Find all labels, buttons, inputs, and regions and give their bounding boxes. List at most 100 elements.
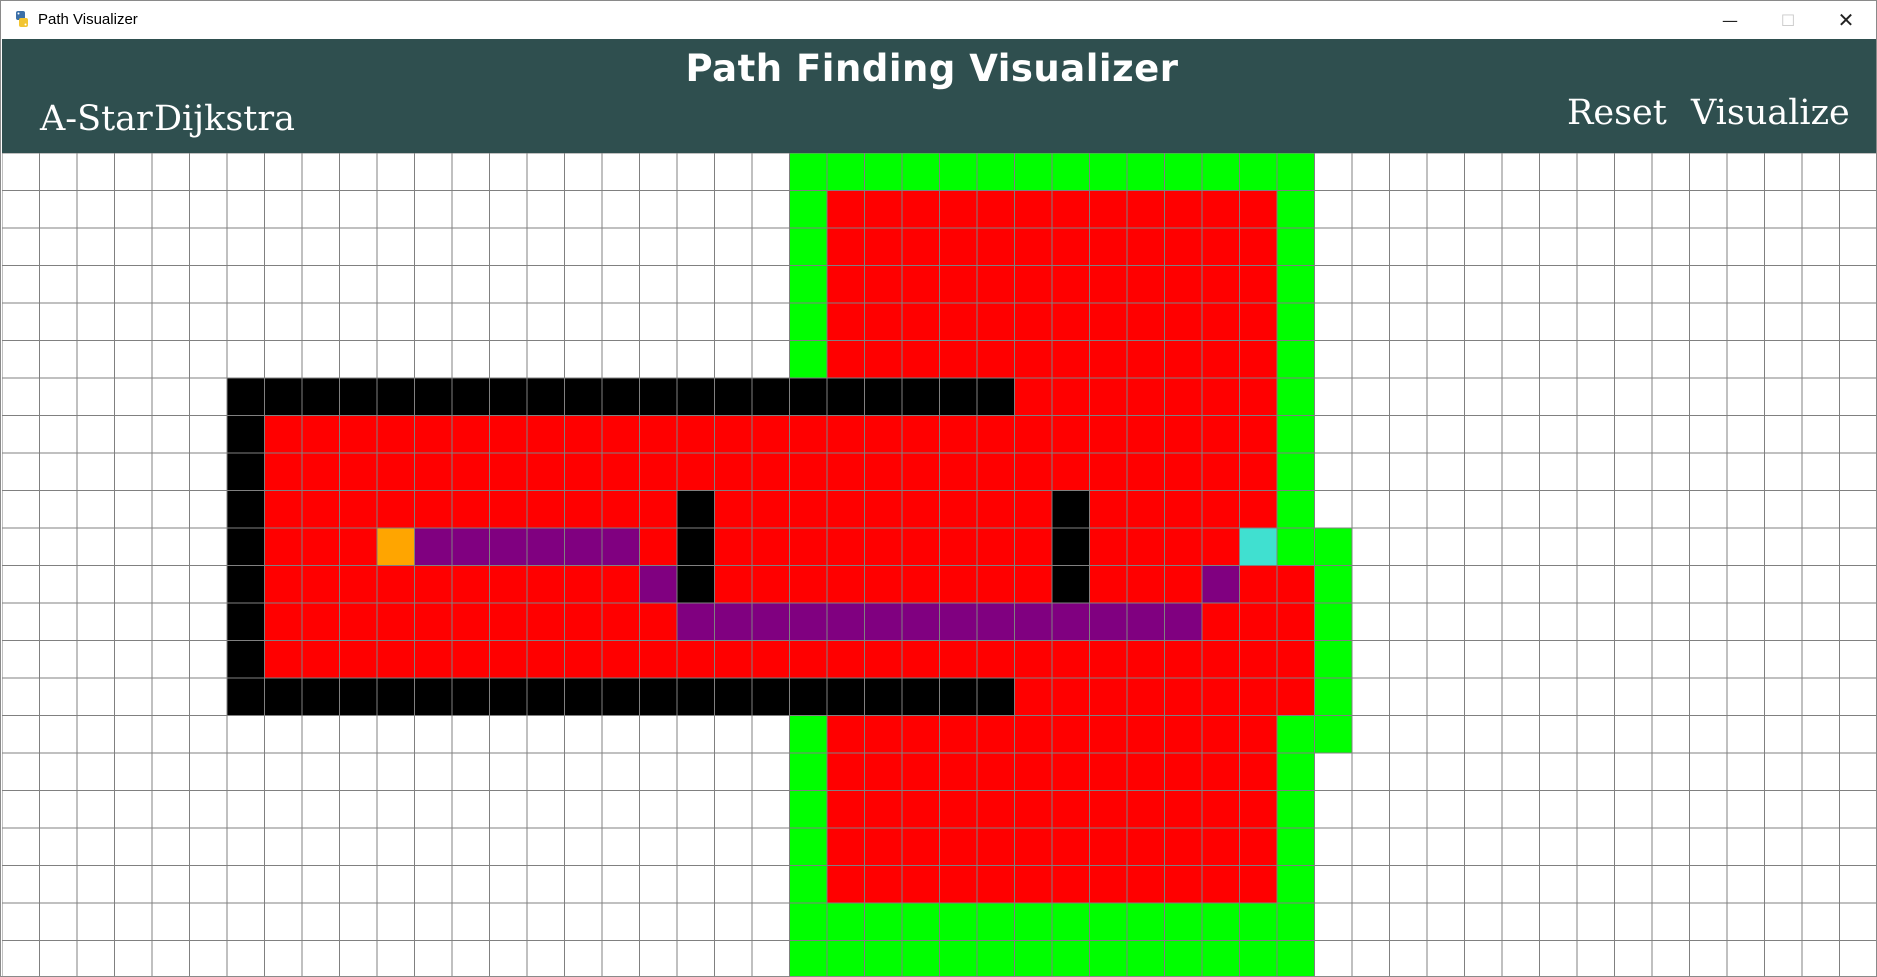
wall-cell[interactable] [676, 677, 715, 716]
grid-cell[interactable] [1726, 940, 1765, 977]
grid-cell[interactable] [151, 640, 190, 679]
frontier-cell[interactable] [1201, 902, 1240, 941]
grid-cell[interactable] [264, 752, 303, 791]
wall-cell[interactable] [714, 377, 753, 416]
grid-svg[interactable] [2, 153, 1877, 977]
grid-cell[interactable] [339, 302, 378, 341]
grid-cell[interactable] [114, 602, 153, 641]
grid-cell[interactable] [751, 227, 790, 266]
visited-cell[interactable] [901, 640, 940, 679]
visited-cell[interactable] [1014, 265, 1053, 304]
visited-cell[interactable] [976, 340, 1015, 379]
grid-cell[interactable] [526, 902, 565, 941]
visited-cell[interactable] [864, 490, 903, 529]
visited-cell[interactable] [1126, 265, 1165, 304]
grid-cell[interactable] [526, 227, 565, 266]
visited-cell[interactable] [1014, 415, 1053, 454]
frontier-cell[interactable] [789, 827, 828, 866]
path-cell[interactable] [1014, 602, 1053, 641]
wall-cell[interactable] [826, 377, 865, 416]
path-cell[interactable] [751, 602, 790, 641]
visited-cell[interactable] [676, 640, 715, 679]
grid-cell[interactable] [39, 302, 78, 341]
grid-cell[interactable] [2, 902, 40, 941]
grid-cell[interactable] [1539, 340, 1578, 379]
frontier-cell[interactable] [789, 153, 828, 191]
grid-cell[interactable] [1651, 490, 1690, 529]
grid-cell[interactable] [1689, 677, 1728, 716]
grid-cell[interactable] [1464, 190, 1503, 229]
grid-cell[interactable] [751, 865, 790, 904]
grid-canvas[interactable] [2, 153, 1877, 977]
grid-cell[interactable] [1576, 415, 1615, 454]
grid-cell[interactable] [489, 752, 528, 791]
grid-cell[interactable] [2, 527, 40, 566]
visited-cell[interactable] [826, 865, 865, 904]
grid-cell[interactable] [376, 340, 415, 379]
grid-cell[interactable] [264, 715, 303, 754]
grid-cell[interactable] [1614, 790, 1653, 829]
maximize-button[interactable]: ☐ [1759, 1, 1817, 39]
visited-cell[interactable] [1201, 227, 1240, 266]
visited-cell[interactable] [1014, 340, 1053, 379]
grid-cell[interactable] [339, 227, 378, 266]
visited-cell[interactable] [1014, 715, 1053, 754]
grid-cell[interactable] [1351, 565, 1390, 604]
grid-cell[interactable] [1726, 227, 1765, 266]
visited-cell[interactable] [976, 190, 1015, 229]
frontier-cell[interactable] [789, 940, 828, 977]
grid-cell[interactable] [1614, 265, 1653, 304]
grid-cell[interactable] [1389, 302, 1428, 341]
grid-cell[interactable] [1839, 415, 1877, 454]
visited-cell[interactable] [901, 340, 940, 379]
grid-cell[interactable] [2, 565, 40, 604]
grid-cell[interactable] [564, 865, 603, 904]
grid-cell[interactable] [151, 415, 190, 454]
visited-cell[interactable] [1126, 415, 1165, 454]
grid-cell[interactable] [1389, 565, 1428, 604]
grid-cell[interactable] [1351, 790, 1390, 829]
visited-cell[interactable] [1201, 527, 1240, 566]
visited-cell[interactable] [1126, 490, 1165, 529]
grid-cell[interactable] [751, 902, 790, 941]
visited-cell[interactable] [414, 565, 453, 604]
visited-cell[interactable] [1239, 415, 1278, 454]
visited-cell[interactable] [939, 527, 978, 566]
frontier-cell[interactable] [1276, 752, 1315, 791]
visited-cell[interactable] [826, 452, 865, 491]
grid-cell[interactable] [489, 190, 528, 229]
visited-cell[interactable] [939, 640, 978, 679]
grid-cell[interactable] [1839, 565, 1877, 604]
grid-cell[interactable] [1726, 715, 1765, 754]
visited-cell[interactable] [1201, 340, 1240, 379]
grid-cell[interactable] [1764, 452, 1803, 491]
grid-cell[interactable] [751, 827, 790, 866]
grid-cell[interactable] [564, 752, 603, 791]
grid-cell[interactable] [1464, 153, 1503, 191]
frontier-cell[interactable] [1051, 153, 1090, 191]
frontier-cell[interactable] [901, 902, 940, 941]
visited-cell[interactable] [264, 415, 303, 454]
path-cell[interactable] [976, 602, 1015, 641]
grid-cell[interactable] [1576, 527, 1615, 566]
grid-cell[interactable] [639, 265, 678, 304]
grid-cell[interactable] [751, 790, 790, 829]
wall-cell[interactable] [601, 677, 640, 716]
frontier-cell[interactable] [1276, 340, 1315, 379]
visited-cell[interactable] [1164, 490, 1203, 529]
wall-cell[interactable] [601, 377, 640, 416]
grid-cell[interactable] [301, 790, 340, 829]
grid-cell[interactable] [1651, 640, 1690, 679]
grid-cell[interactable] [1689, 452, 1728, 491]
visited-cell[interactable] [939, 790, 978, 829]
frontier-cell[interactable] [1276, 715, 1315, 754]
grid-cell[interactable] [1351, 302, 1390, 341]
frontier-cell[interactable] [864, 902, 903, 941]
visited-cell[interactable] [1014, 527, 1053, 566]
visited-cell[interactable] [376, 415, 415, 454]
minimize-button[interactable]: — [1701, 1, 1759, 39]
grid-cell[interactable] [1539, 902, 1578, 941]
grid-cell[interactable] [1651, 677, 1690, 716]
wall-cell[interactable] [376, 377, 415, 416]
frontier-cell[interactable] [789, 265, 828, 304]
